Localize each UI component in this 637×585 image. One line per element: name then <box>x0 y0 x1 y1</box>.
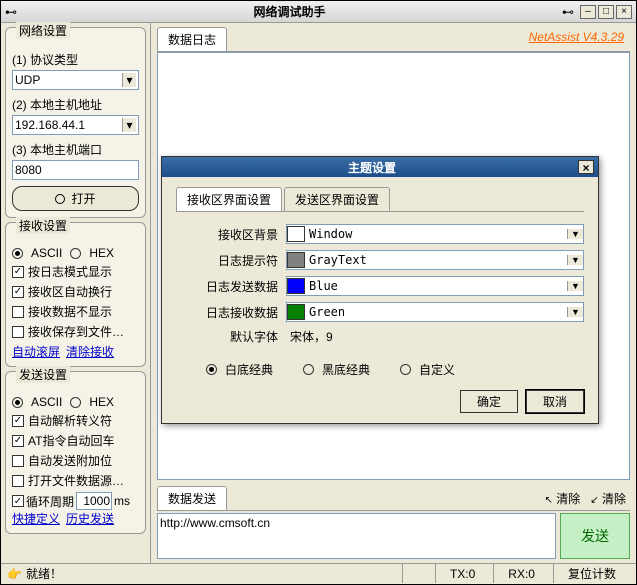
theme-white-radio[interactable] <box>206 364 217 375</box>
clear-send-2[interactable]: ↙ 清除 <box>590 490 626 507</box>
bg-label: 接收区背景 <box>176 226 286 243</box>
reset-count[interactable]: 复位计数 <box>553 564 630 583</box>
port-label: (3) 本地主机端口 <box>12 141 139 158</box>
hand-icon: 👉 <box>7 567 22 581</box>
protocol-select[interactable]: UDP▾ <box>12 70 139 90</box>
recv-legend: 接收设置 <box>16 217 70 234</box>
prompt-label: 日志提示符 <box>176 252 286 269</box>
close-button[interactable]: × <box>616 5 632 19</box>
shortcut-link[interactable]: 快捷定义 <box>12 510 60 527</box>
sidebar: 网络设置 (1) 协议类型 UDP▾ (2) 本地主机地址 192.168.44… <box>1 23 151 563</box>
statusbar: 👉 就绪！ TX:0 RX:0 复位计数 <box>1 563 636 583</box>
minimize-button[interactable]: – <box>580 5 596 19</box>
network-legend: 网络设置 <box>16 22 70 39</box>
log-tab[interactable]: 数据日志 <box>157 27 227 51</box>
send-opt2-check[interactable] <box>12 435 24 447</box>
maximize-button[interactable]: □ <box>598 5 614 19</box>
titlebar: ⊷ 网络调试助手 ⊷ – □ × <box>1 1 636 23</box>
dlg-tab-recv[interactable]: 接收区界面设置 <box>176 187 282 211</box>
open-button[interactable]: 打开 <box>12 186 139 211</box>
status-sep1 <box>402 564 431 583</box>
prompt-color-combo[interactable]: GrayText▼ <box>286 250 584 270</box>
status-ready: 就绪！ <box>26 565 62 582</box>
cycle-check[interactable] <box>12 495 24 507</box>
recvdata-color-combo[interactable]: Green▼ <box>286 302 584 322</box>
host-label: (2) 本地主机地址 <box>12 96 139 113</box>
up-arrow-icon: ↖ <box>545 495 553 506</box>
recv-hex-radio[interactable] <box>70 248 81 259</box>
color-swatch-icon <box>287 226 305 242</box>
font-value: 宋体，9 <box>286 328 333 345</box>
status-dot-icon <box>55 194 65 204</box>
main-window: ⊷ 网络调试助手 ⊷ – □ × 网络设置 (1) 协议类型 UDP▾ (2) … <box>0 0 637 585</box>
theme-black-radio[interactable] <box>303 364 314 375</box>
bg-color-combo[interactable]: Window▼ <box>286 224 584 244</box>
pin-icon[interactable]: ⊷ <box>5 5 17 19</box>
dlg-tab-send[interactable]: 发送区界面设置 <box>284 187 390 211</box>
port-input[interactable] <box>12 160 139 180</box>
history-link[interactable]: 历史发送 <box>66 510 114 527</box>
recv-group: 接收设置 ASCII HEX 按日志模式显示 接收区自动换行 接收数据不显示 接… <box>5 222 146 367</box>
chevron-down-icon: ▼ <box>567 255 583 265</box>
font-label: 默认字体 <box>176 328 286 345</box>
send-tab[interactable]: 数据发送 <box>157 486 227 510</box>
clear-send-1[interactable]: ↖ 清除 <box>545 490 581 507</box>
recv-ascii-radio[interactable] <box>12 248 23 259</box>
chevron-down-icon: ▼ <box>567 307 583 317</box>
send-opt3-check[interactable] <box>12 455 24 467</box>
recvdata-label: 日志接收数据 <box>176 304 286 321</box>
color-swatch-icon <box>287 278 305 294</box>
send-group: 发送设置 ASCII HEX 自动解析转义符 AT指令自动回车 自动发送附加位 … <box>5 371 146 534</box>
protocol-label: (1) 协议类型 <box>12 51 139 68</box>
send-opt1-check[interactable] <box>12 415 24 427</box>
dialog-close-button[interactable]: × <box>578 160 594 174</box>
clear-recv-link[interactable]: 清除接收 <box>66 343 114 360</box>
window-title: 网络调试助手 <box>17 3 562 20</box>
send-button[interactable]: 发送 <box>560 513 630 559</box>
log-tabs: 数据日志 NetAssist V4.3.29 <box>157 27 630 52</box>
chevron-down-icon: ▾ <box>122 73 136 87</box>
ok-button[interactable]: 确定 <box>460 390 518 413</box>
chevron-down-icon: ▼ <box>567 281 583 291</box>
chevron-down-icon: ▼ <box>567 229 583 239</box>
send-ascii-radio[interactable] <box>12 397 23 408</box>
recv-opt4-check[interactable] <box>12 326 24 338</box>
status-tx: TX:0 <box>435 564 489 583</box>
send-legend: 发送设置 <box>16 366 70 383</box>
recv-opt2-check[interactable] <box>12 286 24 298</box>
auto-scroll-link[interactable]: 自动滚屏 <box>12 343 60 360</box>
color-swatch-icon <box>287 304 305 320</box>
dialog-title: 主题设置 <box>166 159 578 176</box>
tool-icon[interactable]: ⊷ <box>562 5 574 19</box>
network-group: 网络设置 (1) 协议类型 UDP▾ (2) 本地主机地址 192.168.44… <box>5 27 146 218</box>
theme-dialog: 主题设置 × 接收区界面设置 发送区界面设置 接收区背景 Window▼ 日志提… <box>161 156 599 424</box>
down-arrow-icon: ↙ <box>590 495 598 506</box>
senddata-label: 日志发送数据 <box>176 278 286 295</box>
color-swatch-icon <box>287 252 305 268</box>
chevron-down-icon: ▾ <box>122 118 136 132</box>
theme-custom-radio[interactable] <box>400 364 411 375</box>
recv-opt1-check[interactable] <box>12 266 24 278</box>
senddata-color-combo[interactable]: Blue▼ <box>286 276 584 296</box>
send-hex-radio[interactable] <box>70 397 81 408</box>
version-link[interactable]: NetAssist V4.3.29 <box>523 27 630 51</box>
send-opt4-check[interactable] <box>12 475 24 487</box>
recv-opt3-check[interactable] <box>12 306 24 318</box>
cycle-input[interactable] <box>76 492 112 510</box>
dialog-titlebar[interactable]: 主题设置 × <box>162 157 598 177</box>
send-input[interactable] <box>157 513 556 559</box>
host-select[interactable]: 192.168.44.1▾ <box>12 115 139 135</box>
cancel-button[interactable]: 取消 <box>526 390 584 413</box>
status-rx: RX:0 <box>493 564 549 583</box>
